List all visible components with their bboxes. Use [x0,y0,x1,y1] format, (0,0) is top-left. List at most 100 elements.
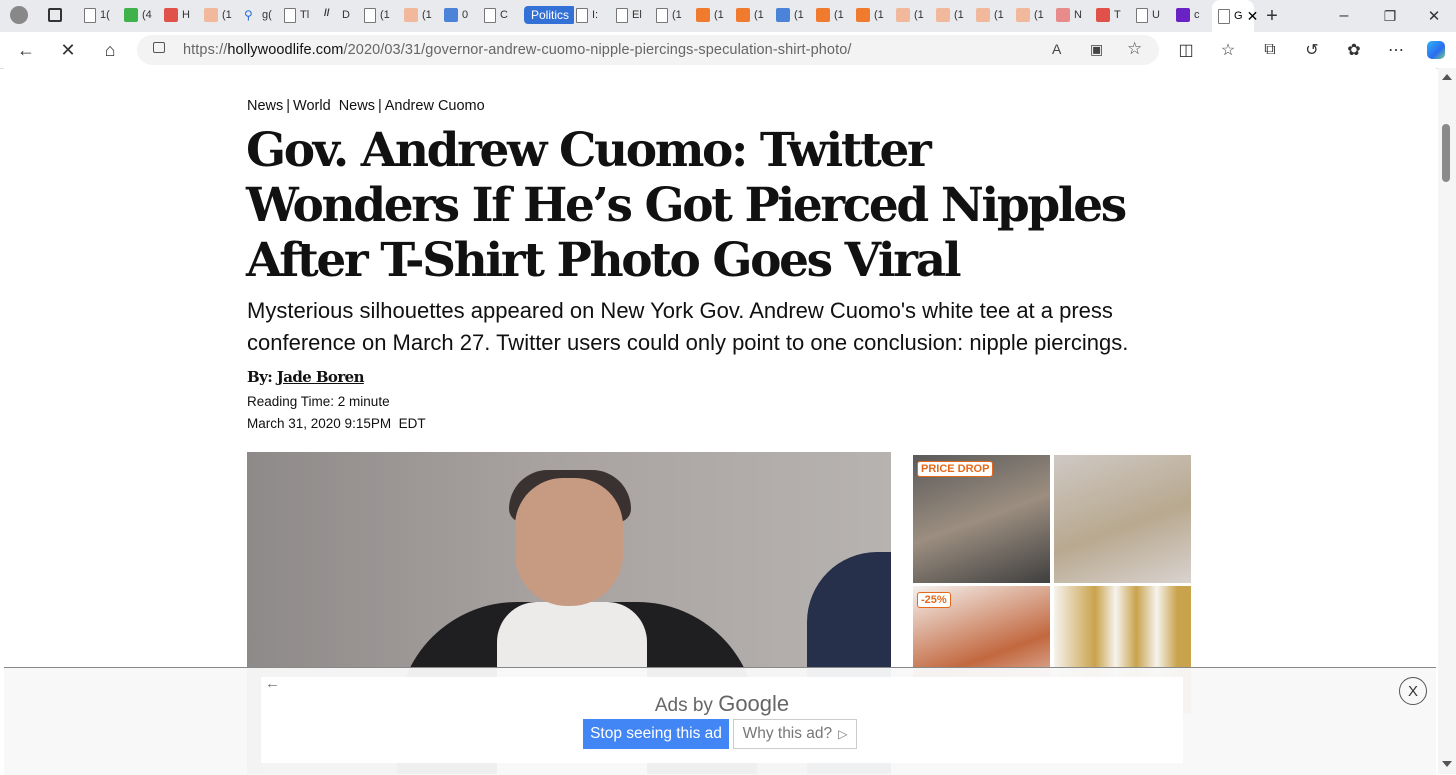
browser-tab[interactable]: (1 [1016,4,1054,26]
why-this-ad-button[interactable]: Why this ad? ▷ [733,719,857,749]
extensions-icon[interactable]: ✿ [1340,36,1368,64]
breadcrumb-news[interactable]: News [247,98,283,114]
more-menu-icon[interactable]: ⋯ [1382,36,1410,64]
tab-favicon-icon [404,8,418,22]
scroll-up-arrow-icon[interactable] [1442,74,1452,80]
browser-tab[interactable]: (1 [856,4,894,26]
browser-tab[interactable]: T [1096,4,1134,26]
address-bar[interactable]: https://hollywoodlife.com/2020/03/31/gov… [137,35,1159,65]
favorite-star-icon[interactable]: ☆ [1127,39,1142,59]
browser-tab[interactable]: 0 [444,4,482,26]
browser-tab[interactable]: (1 [776,4,814,26]
browser-toolbar: ← ✕ ⌂ https://hollywoodlife.com/2020/03/… [0,32,1456,69]
breadcrumb-world-news[interactable]: World News [293,98,375,114]
tab-favicon-icon [1056,8,1070,22]
minimize-button[interactable]: – [1330,2,1358,30]
scrollbar-thumb[interactable] [1442,124,1450,182]
close-tab-icon[interactable]: ✕ [1247,8,1259,25]
close-window-button[interactable]: ✕ [1420,2,1448,30]
url-text[interactable]: https://hollywoodlife.com/2020/03/31/gov… [183,42,852,58]
back-icon[interactable]: ← [12,36,40,64]
browser-tab[interactable]: (1 [736,4,774,26]
tab-label: (1 [954,9,964,21]
browser-tab[interactable]: U [1136,4,1174,26]
profile-avatar[interactable] [10,4,36,26]
split-screen-icon[interactable]: ◫ [1172,36,1200,64]
tab-favicon-icon [936,8,950,22]
copilot-icon[interactable] [1422,36,1450,64]
tab-favicon-icon [896,8,910,22]
browser-tab[interactable]: Politics [524,4,574,26]
author-link[interactable]: Jade Boren [277,368,365,386]
tab-label: (1 [380,9,390,21]
active-tab[interactable]: G ✕ [1212,0,1258,32]
close-ad-button[interactable]: X [1399,677,1427,705]
tab-favicon-icon [1096,8,1110,22]
breadcrumb-andrew-cuomo[interactable]: Andrew Cuomo [385,98,485,114]
browser-tab[interactable]: I: [576,4,614,26]
browser-tab[interactable]: (1 [404,4,442,26]
article-headline: Gov. Andrew Cuomo: Twitter Wonders If He… [246,123,1127,288]
tab-favicon-icon [576,7,588,23]
tab-favicon-icon: ⚲ [244,8,253,22]
browser-tab[interactable]: N [1056,4,1094,26]
tab-favicon-icon [1016,8,1030,22]
ad-info-triangle-icon: ▷ [838,727,848,741]
browser-tab[interactable]: (1 [364,4,402,26]
browser-tab[interactable]: ⚲ g( [244,4,282,26]
tab-label: El [632,9,642,21]
stop-seeing-ad-button[interactable]: Stop seeing this ad [583,719,729,749]
browser-tab[interactable]: Tl [284,4,322,26]
browser-tab[interactable]: (1 [816,4,854,26]
tab-label: 1( [100,9,110,21]
browser-tab[interactable]: C [484,4,522,26]
browser-tab[interactable]: // D [324,4,362,26]
vertical-scrollbar[interactable] [1438,68,1456,774]
tab-favicon-icon [164,8,178,22]
lock-icon[interactable] [153,42,165,53]
browser-tab[interactable]: (1 [204,4,242,26]
browser-tab[interactable]: (4 [124,4,162,26]
ad-product-grill-baskets[interactable]: PRICE DROP [913,455,1050,583]
browser-tab[interactable]: (1 [656,4,694,26]
browser-tab[interactable]: c [1176,4,1214,26]
tab-favicon-icon [284,7,296,23]
tab-label: H [182,9,190,21]
new-tab-button[interactable]: + [1258,2,1286,30]
tab-actions-icon[interactable] [48,4,68,26]
home-icon[interactable]: ⌂ [96,36,124,64]
tab-label: g( [262,9,272,21]
tab-label: (1 [422,9,432,21]
tab-label: (1 [754,9,764,21]
tab-favicon-icon [444,8,458,22]
browser-tab[interactable]: 1( [84,4,122,26]
ad-product-sandals[interactable] [1054,455,1191,583]
scroll-down-arrow-icon[interactable] [1442,761,1452,767]
read-aloud-icon[interactable]: A [1052,41,1061,57]
anchor-ad-panel: ← Ads by Google Stop seeing this ad Why … [261,675,1183,763]
browser-tab[interactable]: (1 [896,4,934,26]
browser-tab[interactable]: H [164,4,202,26]
tab-label: I: [592,9,599,21]
stop-loading-icon[interactable]: ✕ [54,36,82,64]
tab-label: (4 [142,9,152,21]
tab-label: C [500,9,508,21]
publish-date: March 31, 2020 9:15PM EDT [247,416,426,431]
favorites-icon[interactable]: ☆ [1214,36,1242,64]
history-icon[interactable]: ↺ [1298,36,1326,64]
tab-label: Politics [524,6,574,24]
tab-favicon-icon [736,8,750,22]
browser-tab[interactable]: El [616,4,654,26]
browser-tab[interactable]: (1 [936,4,974,26]
browser-tab[interactable]: (1 [696,4,734,26]
restore-button[interactable]: ❐ [1376,2,1404,30]
tab-label: (1 [222,9,232,21]
tab-favicon-icon [364,7,376,23]
browser-tab[interactable]: (1 [976,4,1014,26]
immersive-reader-icon[interactable]: ▣ [1090,41,1103,58]
ad-back-arrow-icon[interactable]: ← [265,675,280,692]
anchor-ad-overlay: ← Ads by Google Stop seeing this ad Why … [4,667,1436,775]
tab-label: (1 [994,9,1004,21]
tab-favicon-icon [976,8,990,22]
collections-icon[interactable]: ⧉ [1256,36,1284,64]
